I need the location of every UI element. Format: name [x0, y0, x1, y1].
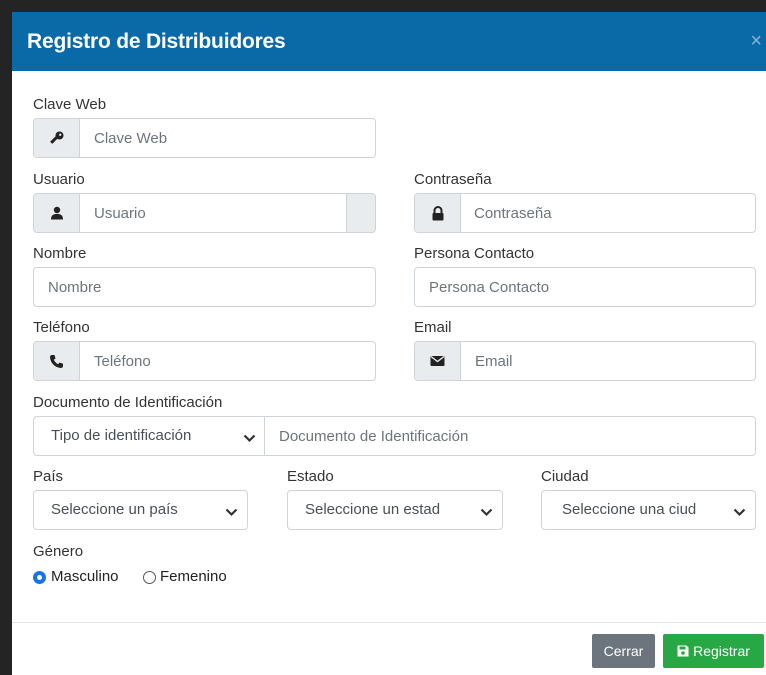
nombre-label: Nombre [33, 245, 87, 262]
persona-contacto-input[interactable] [429, 268, 749, 306]
telefono-input[interactable] [94, 342, 364, 380]
radio-masculino-label: Masculino [51, 568, 119, 585]
register-button-label: Registrar [693, 643, 750, 659]
pais-value: Seleccione un país [51, 501, 178, 518]
lock-icon [415, 194, 461, 232]
background-top [0, 0, 766, 12]
ciudad-select[interactable]: Seleccione una ciud [541, 490, 756, 530]
close-button-label: Cerrar [603, 643, 644, 659]
background-left [0, 0, 12, 675]
estado-select[interactable]: Seleccione un estad [287, 490, 503, 530]
telefono-group [33, 341, 376, 381]
register-button[interactable]: Registrar [663, 634, 764, 668]
documento-label: Documento de Identificación [33, 394, 223, 411]
tipo-identificacion-value: Tipo de identificación [51, 427, 192, 444]
chevron-down-icon [480, 504, 493, 522]
phone-icon [34, 342, 80, 380]
contrasena-input[interactable] [474, 194, 744, 232]
user-icon [34, 194, 80, 232]
contrasena-group [414, 193, 756, 233]
documento-input[interactable] [279, 417, 739, 455]
genero-label: Género [33, 543, 84, 560]
chevron-down-icon [733, 504, 746, 522]
pais-label: País [33, 468, 64, 485]
documento-group: Tipo de identificación [33, 416, 756, 456]
telefono-label: Teléfono [33, 319, 90, 336]
save-icon [677, 644, 689, 660]
clave-web-input[interactable] [94, 119, 364, 157]
usuario-input[interactable] [94, 194, 339, 232]
ciudad-label: Ciudad [541, 468, 589, 485]
estado-label: Estado [287, 468, 334, 485]
radio-masculino[interactable] [33, 571, 46, 584]
nombre-input[interactable] [48, 268, 368, 306]
key-icon [34, 119, 80, 157]
radio-femenino[interactable] [143, 571, 156, 584]
persona-contacto-label: Persona Contacto [414, 245, 535, 262]
registration-modal: Registro de Distribuidores × Clave Web U… [12, 12, 766, 675]
usuario-addon-right [346, 194, 375, 232]
clave-web-group [33, 118, 376, 158]
ciudad-value: Seleccione una ciud [562, 501, 697, 518]
tipo-identificacion-select[interactable]: Tipo de identificación [34, 417, 265, 455]
email-label: Email [414, 319, 452, 336]
clave-web-label: Clave Web [33, 96, 107, 113]
estado-value: Seleccione un estad [305, 501, 441, 518]
pais-select[interactable]: Seleccione un país [33, 490, 248, 530]
email-input[interactable] [475, 342, 745, 380]
chevron-down-icon [225, 504, 238, 522]
usuario-group [33, 193, 376, 233]
chevron-down-icon [243, 430, 256, 448]
email-group [414, 341, 756, 381]
nombre-group [33, 267, 376, 307]
modal-title: Registro de Distribuidores [27, 30, 286, 53]
usuario-label: Usuario [33, 171, 85, 188]
footer-divider [12, 622, 766, 623]
contrasena-label: Contraseña [414, 171, 492, 188]
persona-contacto-group [414, 267, 756, 307]
modal-header: Registro de Distribuidores × [12, 12, 766, 71]
close-icon[interactable]: × [750, 31, 762, 51]
close-button[interactable]: Cerrar [592, 634, 655, 668]
envelope-icon [415, 342, 461, 380]
radio-femenino-label: Femenino [160, 568, 227, 585]
